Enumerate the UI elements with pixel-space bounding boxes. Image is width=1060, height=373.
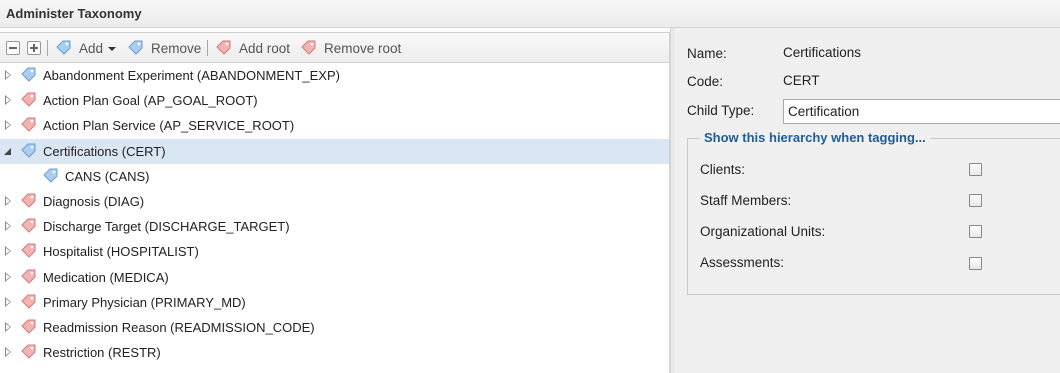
tag-icon — [21, 243, 36, 259]
window-titlebar: Administer Taxonomy — [0, 0, 1060, 28]
collapsed-arrow-icon[interactable] — [5, 70, 11, 80]
expand-all-button[interactable] — [27, 33, 41, 63]
chevron-down-icon — [108, 46, 117, 51]
collapsed-arrow-icon[interactable] — [5, 221, 11, 232]
add-button[interactable]: Add — [55, 33, 117, 63]
tree-node-label: Hospitalist (HOSPITALIST) — [43, 244, 199, 260]
code-label: Code: — [687, 74, 724, 89]
tree-node[interactable]: Action Plan Goal (AP_GOAL_ROOT) — [0, 88, 669, 113]
collapsed-arrow-icon[interactable] — [5, 322, 11, 332]
collapsed-arrow-icon[interactable] — [5, 296, 11, 307]
tree-node[interactable]: Discharge Target (DISCHARGE_TARGET) — [0, 214, 669, 239]
tree-node-label: Certifications (CERT) — [43, 143, 166, 159]
remove-button[interactable]: Remove — [127, 33, 201, 63]
window-title: Administer Taxonomy — [6, 6, 142, 21]
assessments-checkbox[interactable] — [969, 257, 982, 270]
tree-node-label: Action Plan Goal (AP_GOAL_ROOT) — [43, 93, 258, 109]
staff-members-checkbox[interactable] — [969, 194, 982, 207]
tag-icon — [21, 218, 36, 233]
collapse-all-button[interactable] — [6, 33, 20, 63]
tag-icon — [21, 193, 36, 208]
tag-icon — [21, 117, 36, 133]
tree-node[interactable]: Hospitalist (HOSPITALIST) — [0, 239, 669, 264]
tree-node-label: Action Plan Service (AP_SERVICE_ROOT) — [43, 118, 295, 134]
tag-icon — [128, 40, 143, 55]
tag-icon — [21, 294, 36, 309]
child-type-field[interactable]: Certification — [783, 99, 1060, 124]
collapsed-arrow-icon[interactable] — [5, 95, 11, 106]
add-label: Add — [79, 40, 104, 56]
collapsed-arrow-icon[interactable] — [5, 347, 11, 358]
name-value: Certifications — [783, 45, 862, 60]
name-label: Name: — [687, 46, 727, 61]
organizational-units-checkbox[interactable] — [969, 225, 982, 238]
tree-node-label: Diagnosis (DIAG) — [43, 194, 145, 209]
tree-node-label: Readmission Reason (READMISSION_CODE) — [43, 320, 315, 335]
tag-icon — [43, 168, 58, 183]
tree-node[interactable]: CANS (CANS) — [0, 164, 669, 189]
tag-icon — [21, 67, 36, 82]
tree-node[interactable]: Readmission Reason (READMISSION_CODE) — [0, 315, 669, 340]
collapsed-arrow-icon[interactable] — [5, 246, 11, 257]
tag-icon — [21, 319, 36, 334]
tree-node[interactable]: Primary Physician (PRIMARY_MD) — [0, 290, 669, 315]
assessments-label: Assessments: — [700, 255, 785, 270]
tree-node-label: Restriction (RESTR) — [43, 345, 161, 361]
organizational-units-label: Organizational Units: — [700, 224, 826, 239]
tag-icon — [301, 40, 316, 55]
remove-root-button[interactable]: Remove root — [300, 33, 401, 63]
collapsed-arrow-icon[interactable] — [5, 271, 11, 282]
tag-icon — [216, 40, 231, 55]
tree-node[interactable]: Abandonment Experiment (ABANDONMENT_EXP) — [0, 63, 669, 88]
tree-node[interactable]: Diagnosis (DIAG) — [0, 189, 669, 214]
taxonomy-tree-pane: Add Remove Add root Remove root Abandonm… — [0, 32, 670, 373]
collapsed-arrow-icon[interactable] — [5, 196, 11, 206]
clients-checkbox[interactable] — [969, 163, 982, 176]
expanded-arrow-icon[interactable] — [4, 147, 11, 155]
tag-icon — [21, 92, 36, 107]
tree-node-label: Primary Physician (PRIMARY_MD) — [43, 294, 246, 310]
tag-icon — [21, 269, 36, 284]
toolbar-separator — [47, 40, 48, 56]
hierarchy-tagging-group: Show this hierarchy when tagging... Clie… — [687, 130, 1060, 295]
add-root-button[interactable]: Add root — [215, 33, 290, 63]
remove-label: Remove — [151, 40, 202, 56]
tree-node[interactable]: Medication (MEDICA) — [0, 265, 669, 290]
tree-node-label: Abandonment Experiment (ABANDONMENT_EXP) — [43, 68, 340, 83]
toolbar-separator — [207, 40, 208, 56]
child-type-label: Child Type: — [687, 103, 755, 118]
remove-root-label: Remove root — [324, 40, 402, 56]
add-root-label: Add root — [239, 40, 291, 56]
tree-node-label: Medication (MEDICA) — [43, 269, 169, 285]
tag-icon — [21, 344, 36, 359]
tree-node[interactable]: Certifications (CERT) — [0, 138, 669, 164]
collapsed-arrow-icon[interactable] — [5, 120, 11, 131]
tag-icon — [56, 40, 71, 55]
tag-icon — [21, 143, 36, 158]
hierarchy-legend[interactable]: Show this hierarchy when tagging... — [700, 130, 930, 145]
tree-toolbar: Add Remove Add root Remove root — [0, 33, 669, 63]
staff-members-label: Staff Members: — [700, 193, 792, 208]
tree-node[interactable]: Action Plan Service (AP_SERVICE_ROOT) — [0, 113, 669, 138]
tree-node-label: CANS (CANS) — [65, 168, 150, 184]
clients-label: Clients: — [700, 162, 746, 177]
minus-box-icon — [6, 41, 20, 55]
tree-node[interactable]: Restriction (RESTR) — [0, 340, 669, 365]
details-pane: Name: Certifications Code: CERT Child Ty… — [675, 28, 1060, 373]
code-value: CERT — [783, 73, 820, 88]
tree-node-label: Discharge Target (DISCHARGE_TARGET) — [43, 219, 290, 235]
plus-box-icon — [27, 41, 41, 55]
